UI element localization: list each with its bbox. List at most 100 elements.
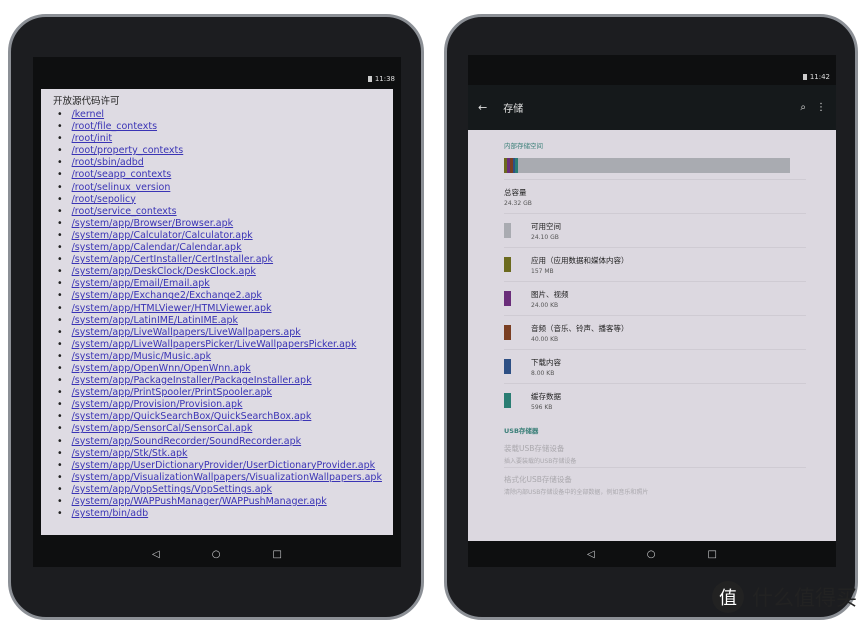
license-list-item: /system/bin/adb — [57, 508, 381, 520]
license-list-item: /root/property_contexts — [57, 145, 381, 157]
mount-desc: 插入要装载的USB存储设备 — [504, 458, 577, 465]
toolbar: ← 存储 ⌕ ⋮ — [468, 85, 836, 130]
license-link[interactable]: /kernel — [72, 109, 104, 120]
category-color-swatch — [504, 359, 511, 374]
license-link[interactable]: /system/app/QuickSearchBox/QuickSearchBo… — [72, 411, 312, 422]
license-link[interactable]: /system/app/UserDictionaryProvider/UserD… — [72, 460, 376, 471]
license-link[interactable]: /root/sepolicy — [72, 194, 136, 205]
total-label: 总容量 — [504, 187, 527, 197]
license-list-item: /system/app/SoundRecorder/SoundRecorder.… — [57, 436, 381, 448]
license-link[interactable]: /system/app/HTMLViewer/HTMLViewer.apk — [72, 303, 272, 314]
license-list: /kernel/root/file_contexts/root/init/roo… — [53, 109, 382, 520]
license-link[interactable]: /system/app/DeskClock/DeskClock.apk — [72, 266, 256, 277]
license-list-item: /system/app/PrintSpooler/PrintSpooler.ap… — [57, 387, 381, 399]
license-list-item: /system/app/CertInstaller/CertInstaller.… — [57, 254, 381, 266]
license-link[interactable]: /system/app/Email/Email.apk — [72, 278, 210, 289]
category-color-swatch — [504, 257, 511, 272]
license-list-item: /system/app/LiveWallpapersPicker/LiveWal… — [57, 339, 381, 351]
left-screen: 11:38 开放源代码许可 /kernel/root/file_contexts… — [33, 57, 401, 567]
mount-usb-item[interactable]: 装载USB存储设备 插入要装载的USB存储设备 — [504, 435, 806, 467]
category-color-swatch — [504, 223, 511, 238]
page-title: 存储 — [503, 104, 524, 115]
more-options-icon[interactable]: ⋮ — [816, 102, 826, 113]
license-link[interactable]: /system/app/Browser/Browser.apk — [72, 218, 234, 229]
license-link[interactable]: /system/app/Music/Music.apk — [72, 351, 211, 362]
license-list-item: /system/app/SensorCal/SensorCal.apk — [57, 423, 381, 435]
license-link[interactable]: /system/app/SensorCal/SensorCal.apk — [72, 423, 253, 434]
category-label: 缓存数据 — [531, 391, 561, 401]
nav-bar: ◁ ○ □ — [33, 541, 401, 567]
license-link[interactable]: /system/app/WAPPushManager/WAPPushManage… — [72, 496, 327, 507]
license-link[interactable]: /system/app/VisualizationWallpapers/Visu… — [72, 472, 382, 483]
back-arrow-icon[interactable]: ← — [478, 101, 487, 114]
license-list-item: /system/app/PackageInstaller/PackageInst… — [57, 375, 381, 387]
storage-usage-bar — [504, 158, 790, 173]
bar-segment — [515, 158, 518, 173]
back-nav-button[interactable]: ◁ — [587, 549, 595, 560]
license-link[interactable]: /root/property_contexts — [72, 145, 184, 156]
battery-icon — [367, 76, 372, 82]
right-screen: 11:42 ← 存储 ⌕ ⋮ 内部存储空间 总容量 24.32 GB 可用空间 24… — [468, 55, 836, 567]
license-list-item: /system/app/Calendar/Calendar.apk — [57, 242, 381, 254]
license-list-item: /system/app/LatinIME/LatinIME.apk — [57, 315, 381, 327]
license-link[interactable]: /system/app/LiveWallpapersPicker/LiveWal… — [72, 339, 357, 350]
license-link[interactable]: /system/app/Exchange2/Exchange2.apk — [72, 290, 262, 301]
license-link[interactable]: /system/app/PrintSpooler/PrintSpooler.ap… — [72, 387, 272, 398]
license-list-item: /system/app/Provision/Provision.apk — [57, 399, 381, 411]
license-list-item: /root/file_contexts — [57, 121, 381, 133]
storage-category-row[interactable]: 应用（应用数据和媒体内容） 157 MB — [504, 247, 806, 281]
license-link[interactable]: /system/app/PackageInstaller/PackageInst… — [72, 375, 312, 386]
license-link[interactable]: /system/bin/adb — [72, 508, 149, 519]
search-icon[interactable]: ⌕ — [800, 102, 806, 113]
home-nav-button[interactable]: ○ — [647, 549, 656, 560]
format-desc: 清除内部USB存储设备中的全部数据，例如音乐和照片 — [504, 488, 649, 496]
license-link[interactable]: /system/app/LiveWallpapers/LiveWallpaper… — [72, 327, 301, 338]
left-tablet: 11:38 开放源代码许可 /kernel/root/file_contexts… — [8, 14, 424, 620]
right-tablet: 11:42 ← 存储 ⌕ ⋮ 内部存储空间 总容量 24.32 GB 可用空间 24… — [444, 14, 858, 620]
storage-category-row[interactable]: 音频（音乐、铃声、播客等） 40.00 KB — [504, 315, 806, 349]
home-nav-button[interactable]: ○ — [212, 549, 221, 560]
storage-category-row[interactable]: 缓存数据 596 KB — [504, 383, 806, 417]
storage-category-row[interactable]: 图片、视频 24.00 KB — [504, 281, 806, 315]
format-usb-item[interactable]: 格式化USB存储设备 清除内部USB存储设备中的全部数据，例如音乐和照片 — [504, 467, 806, 501]
category-list: 可用空间 24.10 GB 应用（应用数据和媒体内容） 157 MB 图片、视频 24.0… — [504, 213, 806, 417]
license-list-item: /system/app/QuickSearchBox/QuickSearchBo… — [57, 411, 381, 423]
license-list-item: /system/app/Stk/Stk.apk — [57, 448, 381, 460]
license-link[interactable]: /root/init — [72, 133, 112, 144]
nav-bar: ◁ ○ □ — [468, 541, 836, 567]
license-link[interactable]: /system/app/Calendar/Calendar.apk — [72, 242, 242, 253]
recents-nav-button[interactable]: □ — [272, 549, 281, 560]
license-link[interactable]: /system/app/Calculator/Calculator.apk — [72, 230, 253, 241]
license-list-item: /root/selinux_version — [57, 182, 381, 194]
license-link[interactable]: /system/app/Stk/Stk.apk — [72, 448, 188, 459]
category-label: 音频（音乐、铃声、播客等） — [531, 323, 629, 333]
license-link[interactable]: /root/service_contexts — [72, 206, 177, 217]
license-link[interactable]: /system/app/OpenWnn/OpenWnn.apk — [72, 363, 251, 374]
usb-header: USB存储器 — [504, 427, 539, 435]
recents-nav-button[interactable]: □ — [707, 549, 716, 560]
license-link[interactable]: /root/file_contexts — [72, 121, 157, 132]
license-list-item: /system/app/Browser/Browser.apk — [57, 218, 381, 230]
license-link[interactable]: /system/app/VppSettings/VppSettings.apk — [72, 484, 272, 495]
total-capacity-row: 总容量 24.32 GB — [504, 179, 806, 213]
category-value: 40.00 KB — [531, 335, 559, 343]
license-link[interactable]: /system/app/SoundRecorder/SoundRecorder.… — [72, 436, 302, 447]
category-label: 可用空间 — [531, 221, 561, 231]
storage-category-row[interactable]: 可用空间 24.10 GB — [504, 213, 806, 247]
license-list-item: /root/sbin/adbd — [57, 157, 381, 169]
license-link[interactable]: /system/app/LatinIME/LatinIME.apk — [72, 315, 238, 326]
license-link[interactable]: /root/sbin/adbd — [72, 157, 144, 168]
license-link[interactable]: /root/selinux_version — [72, 182, 171, 193]
status-time: 11:42 — [809, 73, 830, 81]
watermark-text: 什么值得买 — [752, 586, 857, 610]
total-value: 24.32 GB — [504, 199, 532, 207]
license-link[interactable]: /system/app/CertInstaller/CertInstaller.… — [72, 254, 273, 265]
category-label: 应用（应用数据和媒体内容） — [531, 255, 629, 265]
back-nav-button[interactable]: ◁ — [152, 549, 160, 560]
license-link[interactable]: /system/app/Provision/Provision.apk — [72, 399, 243, 410]
license-list-item: /system/app/Calculator/Calculator.apk — [57, 230, 381, 242]
license-list-item: /system/app/OpenWnn/OpenWnn.apk — [57, 363, 381, 375]
license-page: 开放源代码许可 /kernel/root/file_contexts/root/… — [41, 89, 393, 535]
storage-category-row[interactable]: 下载内容 8.00 KB — [504, 349, 806, 383]
license-link[interactable]: /root/seapp_contexts — [72, 169, 172, 180]
